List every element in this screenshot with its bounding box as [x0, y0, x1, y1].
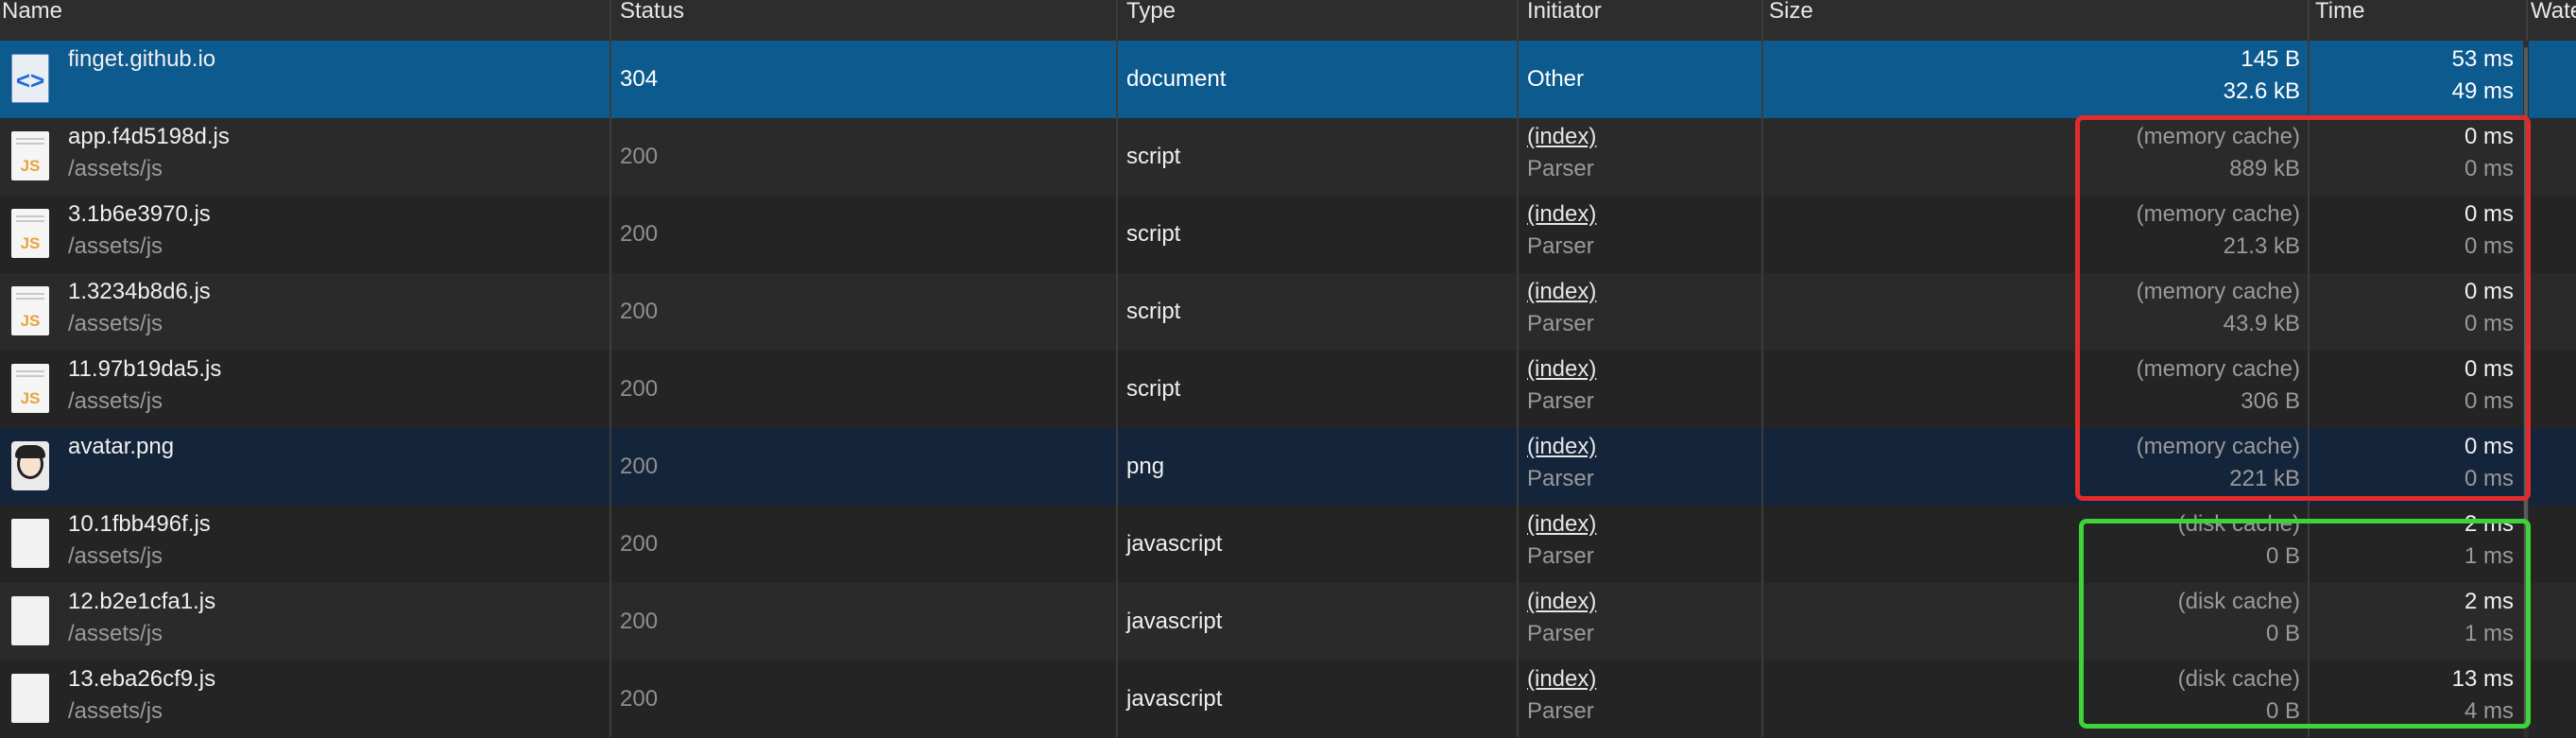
- initiator-link[interactable]: (index): [1527, 666, 1596, 693]
- resource-path: /assets/js: [68, 698, 163, 724]
- name-cell[interactable]: 12.b2e1cfa1.js/assets/js: [0, 583, 610, 661]
- resource-type: javascript: [1126, 609, 1223, 634]
- resource-name[interactable]: 10.1fbb496f.js: [68, 511, 211, 538]
- name-cell[interactable]: JS 3.1b6e3970.js/assets/js: [0, 196, 610, 273]
- doc-icon-label: <>: [15, 66, 45, 94]
- status-code: 200: [620, 144, 659, 169]
- js-icon-label: JS: [20, 157, 41, 175]
- status-code: 200: [620, 376, 659, 402]
- avatar-hair-icon: [15, 445, 45, 458]
- status-code: 200: [620, 609, 659, 634]
- js-file-icon: JS: [11, 286, 49, 335]
- column-header-type[interactable]: Type: [1125, 0, 1176, 41]
- column-header-initiator[interactable]: Initiator: [1525, 0, 1602, 41]
- initiator-link[interactable]: (index): [1527, 434, 1596, 460]
- status-code: 200: [620, 221, 659, 247]
- js-icon-label: JS: [20, 234, 41, 252]
- time-total: 53 ms: [2451, 46, 2514, 72]
- status-code: 200: [620, 299, 659, 324]
- status-code: 304: [620, 66, 659, 92]
- blank-file-icon: [11, 674, 49, 723]
- avatar-image-icon: [11, 441, 49, 490]
- js-icon-label: JS: [20, 312, 41, 330]
- resource-name[interactable]: 11.97b19da5.js: [68, 356, 221, 383]
- initiator-link[interactable]: (index): [1527, 124, 1596, 150]
- table-row[interactable]: <> finget.github.io 304 document Other 145 B3…: [0, 41, 2576, 118]
- blank-file-icon: [11, 596, 49, 645]
- resource-name[interactable]: 12.b2e1cfa1.js: [68, 589, 215, 615]
- js-file-icon: JS: [11, 364, 49, 413]
- name-cell[interactable]: JS 11.97b19da5.js/assets/js: [0, 351, 610, 428]
- initiator-type: Parser: [1527, 543, 1594, 569]
- resource-type: script: [1126, 221, 1181, 247]
- resource-type: javascript: [1126, 531, 1223, 557]
- resource-type: script: [1126, 376, 1181, 402]
- column-header-name[interactable]: Name: [0, 0, 62, 41]
- resource-name[interactable]: 1.3234b8d6.js: [68, 279, 211, 305]
- name-cell[interactable]: JS 1.3234b8d6.js/assets/js: [0, 273, 610, 351]
- resource-name[interactable]: 3.1b6e3970.js: [68, 201, 211, 228]
- initiator-type: Parser: [1527, 311, 1594, 336]
- column-divider[interactable]: [1116, 0, 1118, 737]
- initiator-link[interactable]: (index): [1527, 589, 1596, 615]
- column-divider[interactable]: [610, 0, 611, 737]
- resource-path: /assets/js: [68, 388, 163, 414]
- column-divider[interactable]: [1517, 0, 1519, 737]
- status-code: 200: [620, 531, 659, 557]
- resource-type: png: [1126, 454, 1165, 479]
- resource-path: /assets/js: [68, 621, 163, 646]
- initiator-type: Parser: [1527, 698, 1594, 724]
- name-cell[interactable]: 10.1fbb496f.js/assets/js: [0, 506, 610, 583]
- resource-type: javascript: [1126, 686, 1223, 712]
- network-table: Name Status Type Initiator Size Time Wat…: [0, 0, 2576, 738]
- name-cell[interactable]: avatar.png: [0, 428, 610, 506]
- resource-name[interactable]: finget.github.io: [68, 46, 215, 73]
- name-cell[interactable]: <> finget.github.io: [0, 41, 610, 118]
- initiator-link[interactable]: (index): [1527, 201, 1596, 228]
- table-header: Name Status Type Initiator Size Time Wat…: [0, 0, 2576, 42]
- column-divider[interactable]: [1761, 0, 1763, 737]
- status-code: 200: [620, 686, 659, 712]
- html-document-icon: <>: [11, 54, 49, 103]
- js-file-icon: JS: [11, 131, 49, 180]
- initiator-link[interactable]: (index): [1527, 279, 1596, 305]
- disk-cache-highlight-box: [2079, 519, 2531, 729]
- resource-path: /assets/js: [68, 543, 163, 569]
- resource-type: document: [1126, 66, 1227, 92]
- status-code: 200: [620, 454, 659, 479]
- initiator-link[interactable]: (index): [1527, 511, 1596, 538]
- name-cell[interactable]: 13.eba26cf9.js/assets/js: [0, 661, 610, 738]
- resource-name[interactable]: avatar.png: [68, 434, 174, 460]
- resource-path: /assets/js: [68, 311, 163, 336]
- column-header-size[interactable]: Size: [1767, 0, 1813, 41]
- js-file-icon: JS: [11, 209, 49, 258]
- memory-cache-highlight-box: [2075, 115, 2531, 501]
- initiator-type: Parser: [1527, 621, 1594, 646]
- time-latency: 49 ms: [2451, 78, 2514, 104]
- column-header-waterfall[interactable]: Waterfall: [2529, 0, 2576, 41]
- js-icon-label: JS: [20, 389, 41, 407]
- column-header-status[interactable]: Status: [618, 0, 684, 41]
- initiator-type: Parser: [1527, 233, 1594, 259]
- column-header-time[interactable]: Time: [2313, 0, 2364, 41]
- initiator-link[interactable]: (index): [1527, 356, 1596, 383]
- resource-type: script: [1126, 144, 1181, 169]
- name-cell[interactable]: JS app.f4d5198d.js/assets/js: [0, 118, 610, 196]
- resource-name[interactable]: 13.eba26cf9.js: [68, 666, 215, 693]
- resource-path: /assets/js: [68, 156, 163, 181]
- resource-name[interactable]: app.f4d5198d.js: [68, 124, 230, 150]
- initiator-text: Other: [1527, 66, 1585, 92]
- initiator-type: Parser: [1527, 466, 1594, 491]
- initiator-type: Parser: [1527, 156, 1594, 181]
- blank-file-icon: [11, 519, 49, 568]
- resource-path: /assets/js: [68, 233, 163, 259]
- initiator-type: Parser: [1527, 388, 1594, 414]
- resource-type: script: [1126, 299, 1181, 324]
